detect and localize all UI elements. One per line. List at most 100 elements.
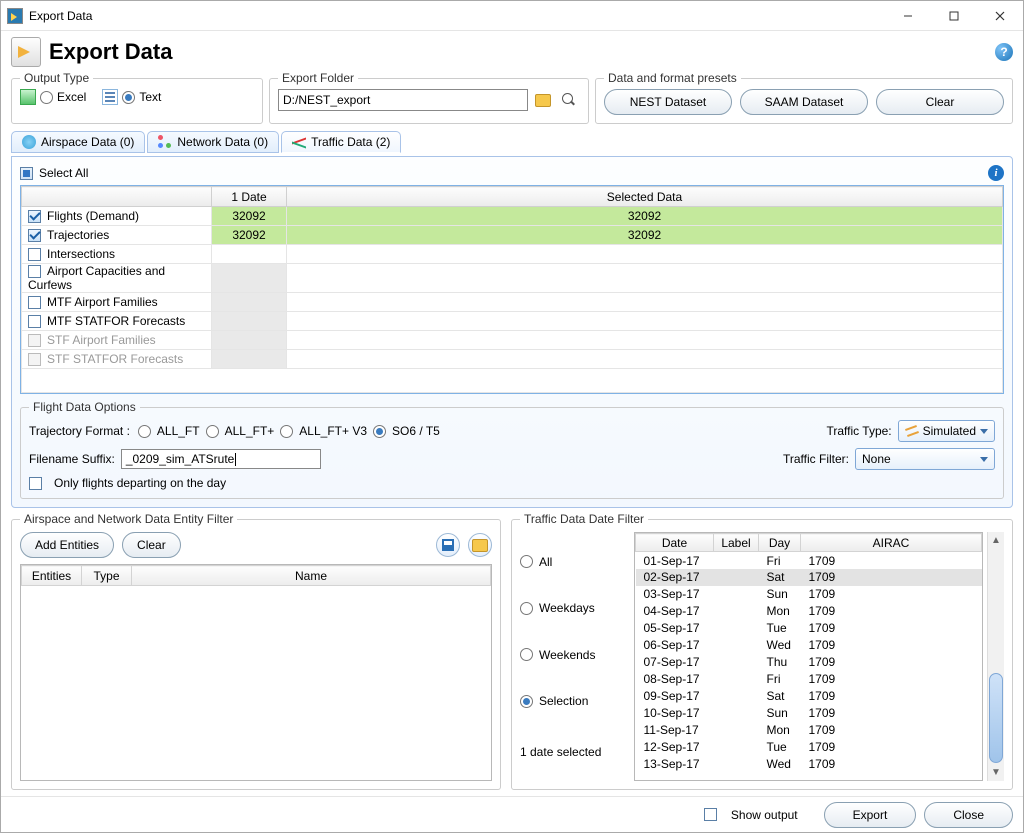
col-entities[interactable]: Entities — [22, 566, 82, 586]
tab-airspace-data[interactable]: Airspace Data (0) — [11, 131, 145, 153]
traffic-row[interactable]: Flights (Demand)3209232092 — [22, 207, 1003, 226]
col-name[interactable]: Name — [132, 566, 491, 586]
save-entities-button[interactable] — [436, 533, 460, 557]
entity-filter-legend: Airspace and Network Data Entity Filter — [20, 512, 237, 526]
info-button[interactable]: i — [988, 165, 1004, 181]
add-entities-button[interactable]: Add Entities — [20, 532, 114, 558]
select-all-label: Select All — [39, 166, 88, 180]
clear-entities-button[interactable]: Clear — [122, 532, 181, 558]
datefilter-selection-radio[interactable] — [520, 695, 533, 708]
traffic-row[interactable]: STF STATFOR Forecasts — [22, 350, 1003, 369]
date-row[interactable]: 13-Sep-17Wed1709 — [636, 756, 982, 773]
scroll-down-button[interactable]: ▼ — [988, 764, 1004, 781]
load-entities-button[interactable] — [468, 533, 492, 557]
traffic-row-label: Trajectories — [47, 228, 109, 242]
export-button[interactable]: Export — [824, 802, 917, 828]
date-row[interactable]: 03-Sep-17Sun1709 — [636, 586, 982, 603]
output-type-text-label: Text — [139, 90, 161, 104]
traffic-row-label: Intersections — [47, 247, 115, 261]
traffic-row-label: STF STATFOR Forecasts — [47, 352, 183, 366]
output-type-text-radio[interactable] — [122, 91, 135, 104]
traffic-row-checkbox[interactable] — [28, 229, 41, 242]
date-row[interactable]: 01-Sep-17Fri1709 — [636, 552, 982, 569]
traffic-row-label: Airport Capacities and Curfews — [28, 264, 165, 292]
search-icon — [562, 93, 576, 107]
traffic-row-checkbox[interactable] — [28, 210, 41, 223]
date-row[interactable]: 08-Sep-17Fri1709 — [636, 671, 982, 688]
datefilter-weekdays-radio[interactable] — [520, 602, 533, 615]
tab-traffic-data[interactable]: Traffic Data (2) — [281, 131, 401, 153]
nest-dataset-button[interactable]: NEST Dataset — [604, 89, 732, 115]
close-dialog-button[interactable]: Close — [924, 802, 1013, 828]
format-allftv3-radio[interactable] — [280, 425, 293, 438]
format-so6-radio[interactable] — [373, 425, 386, 438]
output-type-group: Output Type Excel Text — [11, 71, 263, 124]
date-row[interactable]: 11-Sep-17Mon1709 — [636, 722, 982, 739]
traffic-row-checkbox[interactable] — [28, 265, 41, 278]
select-all-checkbox[interactable] — [20, 167, 33, 180]
traffic-row[interactable]: Intersections — [22, 245, 1003, 264]
entity-filter-group: Airspace and Network Data Entity Filter … — [11, 512, 501, 790]
show-output-checkbox[interactable] — [704, 808, 717, 821]
format-allft-radio[interactable] — [138, 425, 151, 438]
date-row[interactable]: 12-Sep-17Tue1709 — [636, 739, 982, 756]
col-selected-data[interactable]: Selected Data — [287, 187, 1003, 207]
traffic-row[interactable]: MTF STATFOR Forecasts — [22, 312, 1003, 331]
datefilter-weekends-radio[interactable] — [520, 648, 533, 661]
date-row[interactable]: 04-Sep-17Mon1709 — [636, 603, 982, 620]
traffic-row-label: Flights (Demand) — [47, 209, 139, 223]
format-allftplus-radio[interactable] — [206, 425, 219, 438]
traffic-filter-combo[interactable]: None — [855, 448, 995, 470]
only-departing-checkbox[interactable] — [29, 477, 42, 490]
export-folder-input[interactable]: D:/NEST_export — [278, 89, 528, 111]
date-row[interactable]: 05-Sep-17Tue1709 — [636, 620, 982, 637]
clear-presets-button[interactable]: Clear — [876, 89, 1004, 115]
traffic-row[interactable]: STF Airport Families — [22, 331, 1003, 350]
traffic-row[interactable]: Trajectories3209232092 — [22, 226, 1003, 245]
traffic-row-checkbox[interactable] — [28, 296, 41, 309]
trajectory-format-label: Trajectory Format : — [29, 424, 130, 438]
date-row[interactable]: 02-Sep-17Sat1709 — [636, 569, 982, 586]
traffic-row-label: MTF Airport Families — [47, 295, 158, 309]
scroll-up-button[interactable]: ▲ — [988, 532, 1004, 549]
col-airac[interactable]: AIRAC — [801, 534, 982, 552]
export-folder-legend: Export Folder — [278, 71, 358, 85]
explore-folder-button[interactable] — [558, 89, 580, 111]
browse-folder-button[interactable] — [532, 89, 554, 111]
col-type[interactable]: Type — [82, 566, 132, 586]
tab-network-data[interactable]: Network Data (0) — [147, 131, 279, 153]
scroll-thumb[interactable] — [989, 673, 1003, 763]
datefilter-all-radio[interactable] — [520, 555, 533, 568]
traffic-row-checkbox[interactable] — [28, 315, 41, 328]
date-filter-status: 1 date selected — [520, 741, 630, 759]
col-date[interactable]: Date — [636, 534, 714, 552]
traffic-row[interactable]: Airport Capacities and Curfews — [22, 264, 1003, 293]
filename-suffix-input[interactable]: _0209_sim_ATSrute — [121, 449, 321, 469]
date-scrollbar[interactable]: ▲ ▼ — [987, 532, 1004, 781]
col-1date[interactable]: 1 Date — [212, 187, 287, 207]
date-row[interactable]: 10-Sep-17Sun1709 — [636, 705, 982, 722]
traffic-type-combo[interactable]: Simulated — [898, 420, 995, 442]
date-row[interactable]: 07-Sep-17Thu1709 — [636, 654, 982, 671]
date-row[interactable]: 06-Sep-17Wed1709 — [636, 637, 982, 654]
minimize-button[interactable] — [885, 1, 931, 31]
titlebar[interactable]: Export Data — [1, 1, 1023, 31]
date-grid[interactable]: Date Label Day AIRAC 01-Sep-17Fri170902-… — [634, 532, 983, 781]
traffic-items-grid: 1 Date Selected Data Flights (Demand)320… — [20, 185, 1004, 394]
airspace-icon — [22, 135, 36, 149]
close-button[interactable] — [977, 1, 1023, 31]
text-icon — [102, 89, 118, 105]
maximize-button[interactable] — [931, 1, 977, 31]
date-row[interactable]: 09-Sep-17Sat1709 — [636, 688, 982, 705]
saam-dataset-button[interactable]: SAAM Dataset — [740, 89, 868, 115]
flight-data-options-group: Flight Data Options Trajectory Format : … — [20, 400, 1004, 499]
output-type-excel-radio[interactable] — [40, 91, 53, 104]
col-day[interactable]: Day — [759, 534, 801, 552]
traffic-row[interactable]: MTF Airport Families — [22, 293, 1003, 312]
help-button[interactable]: ? — [995, 43, 1013, 61]
folder-icon — [535, 94, 551, 107]
date-filter-legend: Traffic Data Date Filter — [520, 512, 648, 526]
traffic-row-checkbox[interactable] — [28, 248, 41, 261]
export-data-window: Export Data Export Data ? Output Type Ex… — [0, 0, 1024, 833]
col-label[interactable]: Label — [714, 534, 759, 552]
